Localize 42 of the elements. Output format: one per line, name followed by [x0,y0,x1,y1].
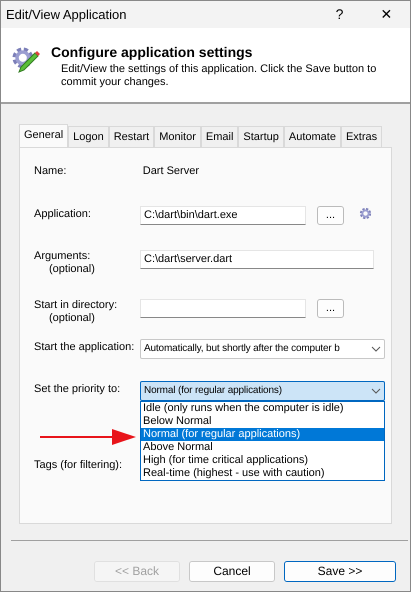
field-value: Dart Server [142,164,199,178]
dialog-button[interactable]: Cancel [189,560,275,582]
dropdown[interactable]: Automatically, but shortly after the computer b [140,338,385,359]
field-note: (optional) [48,312,96,325]
field-label: Name: [34,164,68,178]
tab[interactable]: Restart [108,126,154,146]
header-title: Configure application settings [51,43,254,62]
dropdown-option[interactable]: Idle (only runs when the computer is idle) [141,402,384,415]
tab[interactable]: Automate [284,126,341,146]
dropdown[interactable]: Normal (for regular applications) [140,380,385,401]
field-label: Start the application: [34,340,136,354]
field-label: Start in directory: [34,299,118,312]
field-note: (optional) [48,262,96,276]
close-button[interactable]: ✕ [368,4,404,25]
arrow-icon [40,428,136,444]
dropdown-option[interactable]: Below Normal [141,414,384,428]
tab[interactable]: Monitor [154,126,201,146]
window-title: Edit/View Application [6,6,128,24]
tab[interactable]: General [19,124,68,146]
help-button[interactable]: ? [322,4,358,25]
input-field[interactable] [140,299,306,318]
dropdown-option[interactable]: High (for time critical applications) [141,454,384,467]
tab[interactable]: Logon [68,126,109,146]
input-field[interactable]: C:\dart\bin\dart.exe [140,206,306,225]
field-label: Set the priority to: [34,382,122,396]
tab[interactable]: Email [200,126,238,146]
chevron-icon [371,388,381,394]
dropdown-option[interactable]: Above Normal [141,440,384,454]
chevron-icon [371,346,381,352]
tab[interactable]: Startup [238,126,284,146]
browse-button[interactable]: ... [317,299,344,318]
field-label: Application: [34,207,92,221]
input-field[interactable]: C:\dart\server.dart [140,250,374,269]
field-label: Arguments: [34,250,90,262]
browse-button[interactable]: ... [317,206,344,225]
field-label: Tags (for filtering): [34,458,124,472]
gear-icon[interactable] [358,206,373,221]
tab[interactable]: Extras [340,126,382,146]
dropdown-option[interactable]: Real-time (highest - use with caution) [141,466,384,480]
dialog-button[interactable]: Save >> [284,560,396,582]
dropdown-option[interactable]: Normal (for regular applications) [141,428,384,441]
header-description: Edit/View the settings of this application. Click the Save button to commit your changes. [60,63,378,88]
